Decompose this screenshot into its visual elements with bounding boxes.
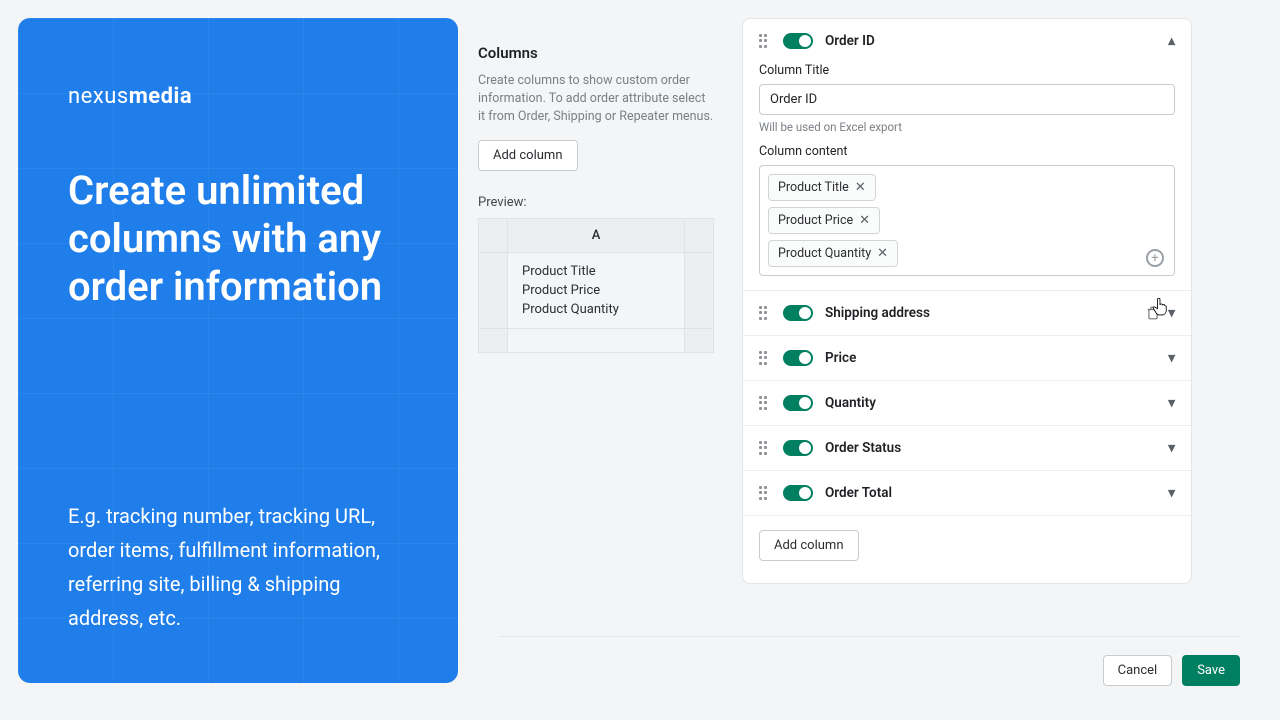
column-label: Order Status xyxy=(825,440,901,456)
column-header[interactable]: Quantity ▾ xyxy=(743,381,1191,425)
column-label: Price xyxy=(825,350,856,366)
column-header[interactable]: Order ID ▴ xyxy=(743,19,1191,63)
column-header[interactable]: Price ▾ xyxy=(743,336,1191,380)
chevron-up-icon[interactable]: ▴ xyxy=(1168,33,1175,49)
close-icon[interactable]: ✕ xyxy=(877,246,888,261)
column-header[interactable]: Order Status ▾ xyxy=(743,426,1191,470)
cancel-button[interactable]: Cancel xyxy=(1103,655,1173,686)
chevron-down-icon[interactable]: ▾ xyxy=(1168,395,1175,411)
add-column-button[interactable]: Add column xyxy=(759,530,859,561)
column-label: Quantity xyxy=(825,395,876,411)
columns-editor: Order ID ▴ Column Title Will be used on … xyxy=(742,18,1192,584)
cursor-pointer-icon xyxy=(1150,296,1170,318)
close-icon[interactable]: ✕ xyxy=(859,213,870,228)
drag-handle-icon[interactable] xyxy=(759,34,771,48)
chevron-down-icon[interactable]: ▾ xyxy=(1168,350,1175,366)
toggle-switch[interactable] xyxy=(783,440,813,456)
drag-handle-icon[interactable] xyxy=(759,306,771,320)
chevron-down-icon[interactable]: ▾ xyxy=(1168,440,1175,456)
drag-handle-icon[interactable] xyxy=(759,441,771,455)
toggle-switch[interactable] xyxy=(783,395,813,411)
save-button[interactable]: Save xyxy=(1182,655,1240,686)
preview-label: Preview: xyxy=(478,195,714,210)
toggle-switch[interactable] xyxy=(783,350,813,366)
field-label: Column content xyxy=(759,144,1175,159)
brand-logo: nexusmedia xyxy=(68,84,408,109)
column-item-order-id: Order ID ▴ Column Title Will be used on … xyxy=(743,19,1191,291)
form-footer: Cancel Save xyxy=(500,636,1240,686)
section-title: Columns xyxy=(478,44,714,62)
column-item-shipping: Shipping address ▾ xyxy=(743,291,1191,336)
column-header[interactable]: Shipping address ▾ xyxy=(743,291,1191,335)
field-hint: Will be used on Excel export xyxy=(759,120,1175,134)
content-tag[interactable]: Product Quantity✕ xyxy=(768,240,898,267)
content-tag[interactable]: Product Title✕ xyxy=(768,174,876,201)
column-label: Order ID xyxy=(825,33,875,49)
promo-panel: nexusmedia Create unlimited columns with… xyxy=(18,18,458,683)
column-item-price: Price ▾ xyxy=(743,336,1191,381)
column-item-status: Order Status ▾ xyxy=(743,426,1191,471)
preview-cell: Product Title Product Price Product Quan… xyxy=(508,253,685,329)
drag-handle-icon[interactable] xyxy=(759,486,771,500)
column-header[interactable]: Order Total ▾ xyxy=(743,471,1191,515)
column-label: Shipping address xyxy=(825,305,930,321)
toggle-switch[interactable] xyxy=(783,305,813,321)
promo-subtext: E.g. tracking number, tracking URL, orde… xyxy=(68,499,388,635)
toggle-switch[interactable] xyxy=(783,33,813,49)
content-tagbox[interactable]: Product Title✕ Product Price✕ Product Qu… xyxy=(759,165,1175,276)
column-label: Order Total xyxy=(825,485,892,501)
close-icon[interactable]: ✕ xyxy=(855,180,866,195)
promo-headline: Create unlimited columns with any order … xyxy=(68,167,408,311)
column-item-quantity: Quantity ▾ xyxy=(743,381,1191,426)
chevron-down-icon[interactable]: ▾ xyxy=(1168,485,1175,501)
add-tag-icon[interactable]: + xyxy=(1146,249,1164,267)
content-tag[interactable]: Product Price✕ xyxy=(768,207,880,234)
add-column-button[interactable]: Add column xyxy=(478,140,578,171)
field-label: Column Title xyxy=(759,63,1175,78)
columns-info: Columns Create columns to show custom or… xyxy=(478,18,714,584)
preview-table: A Product Title Product Price Product Qu… xyxy=(478,218,714,353)
preview-col-header: A xyxy=(508,219,685,253)
section-description: Create columns to show custom order info… xyxy=(478,72,714,126)
column-item-total: Order Total ▾ xyxy=(743,471,1191,516)
column-title-input[interactable] xyxy=(759,84,1175,115)
toggle-switch[interactable] xyxy=(783,485,813,501)
drag-handle-icon[interactable] xyxy=(759,351,771,365)
drag-handle-icon[interactable] xyxy=(759,396,771,410)
